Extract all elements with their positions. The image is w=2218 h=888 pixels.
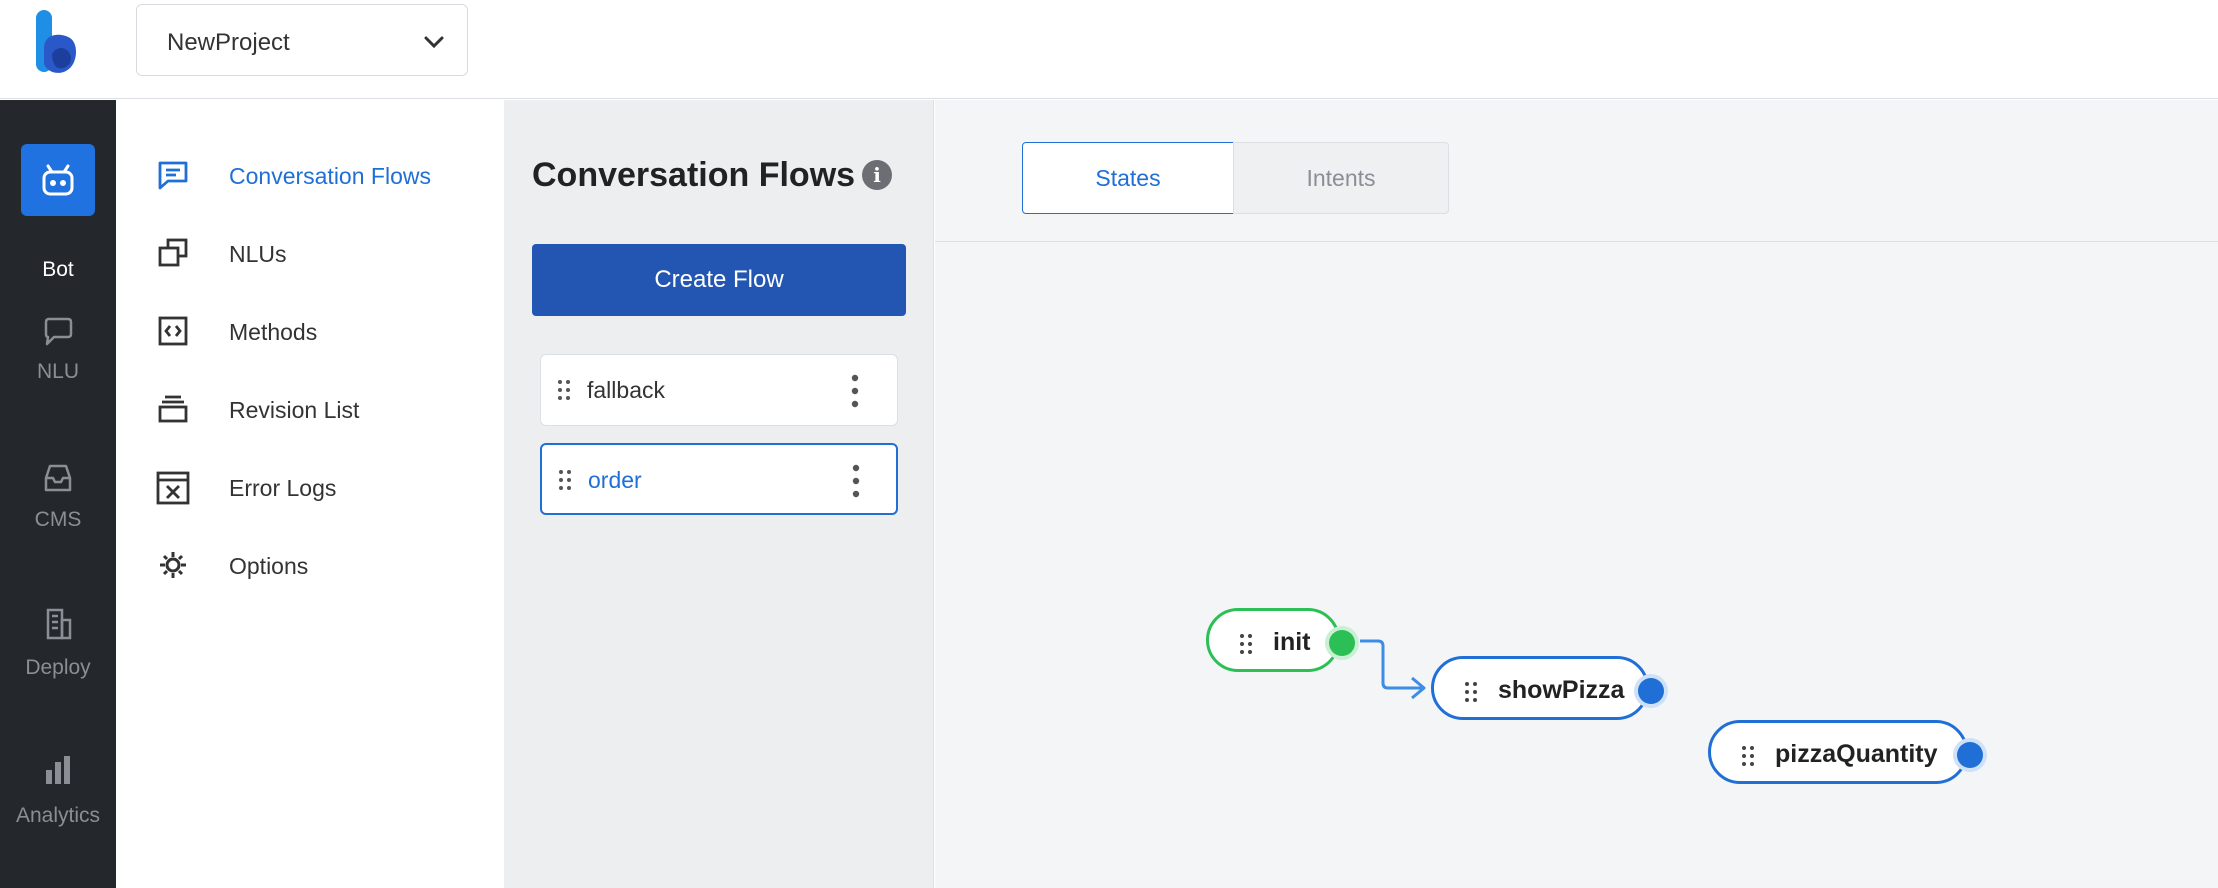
state-label: showPizza <box>1498 676 1625 704</box>
state-label: init <box>1273 628 1311 656</box>
subnav-item-conversation-flows[interactable]: Conversation Flows <box>116 145 504 205</box>
rail-label: Analytics <box>15 804 101 827</box>
flow-name: order <box>588 467 642 493</box>
bot-subnav: Conversation Flows NLUs Methods Revision… <box>116 100 504 888</box>
node-output-port[interactable] <box>1957 742 1983 768</box>
tab-states[interactable]: States <box>1022 142 1234 214</box>
rail-label: NLU <box>36 360 79 383</box>
message-square-icon <box>158 161 188 190</box>
chevron-down-icon <box>424 36 444 49</box>
copy-windows-icon <box>158 238 188 267</box>
more-vertical-icon[interactable] <box>845 373 865 409</box>
chat-bubble-icon <box>44 317 73 346</box>
robot-icon <box>42 164 74 196</box>
project-select[interactable]: NewProject <box>136 4 468 76</box>
inbox-icon <box>44 464 72 492</box>
rail-item-deploy[interactable]: Deploy <box>0 572 116 692</box>
drag-handle-icon[interactable] <box>557 379 571 401</box>
subnav-label: Error Logs <box>229 475 337 501</box>
flow-name: fallback <box>587 377 665 403</box>
subnav-item-options[interactable]: Options <box>116 535 504 595</box>
subnav-label: Methods <box>229 319 318 345</box>
subnav-label: Revision List <box>229 397 360 423</box>
building-icon <box>46 608 72 640</box>
drag-handle-icon[interactable] <box>1239 633 1253 655</box>
subnav-item-methods[interactable]: Methods <box>116 301 504 361</box>
drag-handle-icon[interactable] <box>558 469 572 491</box>
edge-init-showpizza <box>1360 639 1422 690</box>
bar-chart-icon <box>46 756 70 784</box>
node-output-port[interactable] <box>1329 630 1355 656</box>
state-node-init[interactable]: init <box>1206 608 1355 672</box>
top-bar: NewProject <box>0 0 2218 99</box>
node-output-port[interactable] <box>1638 678 1664 704</box>
more-vertical-icon[interactable] <box>846 463 866 499</box>
rail-item-cms[interactable]: CMS <box>0 426 116 546</box>
rail-item-nlu[interactable]: NLU <box>0 280 116 400</box>
project-name: NewProject <box>167 29 290 56</box>
subnav-label: NLUs <box>229 241 287 267</box>
state-label: pizzaQuantity <box>1775 740 1938 768</box>
code-box-icon <box>158 316 188 346</box>
main-rail: Bot NLU CMS Deploy Analytics <box>0 100 116 888</box>
flows-title: Conversation Flows <box>532 156 856 194</box>
flow-canvas[interactable]: States Intents init showPizza pizzaQuant <box>935 100 2218 888</box>
drag-handle-icon[interactable] <box>1741 745 1755 767</box>
edge-arrowhead <box>1411 676 1426 700</box>
rail-label: Deploy <box>25 656 91 679</box>
subnav-item-nlus[interactable]: NLUs <box>116 223 504 283</box>
flows-panel: Conversation Flows i Create Flow fallbac… <box>504 100 934 888</box>
rail-item-analytics[interactable]: Analytics <box>0 718 116 838</box>
rail-label: Bot <box>42 258 74 281</box>
canvas-tabs-bar: States Intents <box>935 100 2218 242</box>
stack-icon <box>158 395 188 423</box>
gear-icon <box>160 552 186 578</box>
subnav-item-error-logs[interactable]: Error Logs <box>116 457 504 517</box>
subnav-label: Options <box>229 553 309 579</box>
subnav-item-revision-list[interactable]: Revision List <box>116 379 504 439</box>
info-icon[interactable]: i <box>862 160 892 190</box>
rail-item-bot[interactable]: Bot <box>0 144 116 281</box>
state-node-showpizza[interactable]: showPizza <box>1431 656 1664 720</box>
logo-k-icon[interactable] <box>30 8 86 78</box>
error-window-icon <box>156 471 190 505</box>
create-flow-button[interactable]: Create Flow <box>532 244 906 316</box>
flow-item-order[interactable]: order <box>540 443 898 515</box>
state-node-pizzaquantity[interactable]: pizzaQuantity <box>1708 720 1983 784</box>
flow-item-fallback[interactable]: fallback <box>540 354 898 426</box>
drag-handle-icon[interactable] <box>1464 681 1478 703</box>
rail-label: CMS <box>34 508 82 531</box>
subnav-label: Conversation Flows <box>229 163 431 189</box>
tab-intents[interactable]: Intents <box>1233 142 1449 214</box>
